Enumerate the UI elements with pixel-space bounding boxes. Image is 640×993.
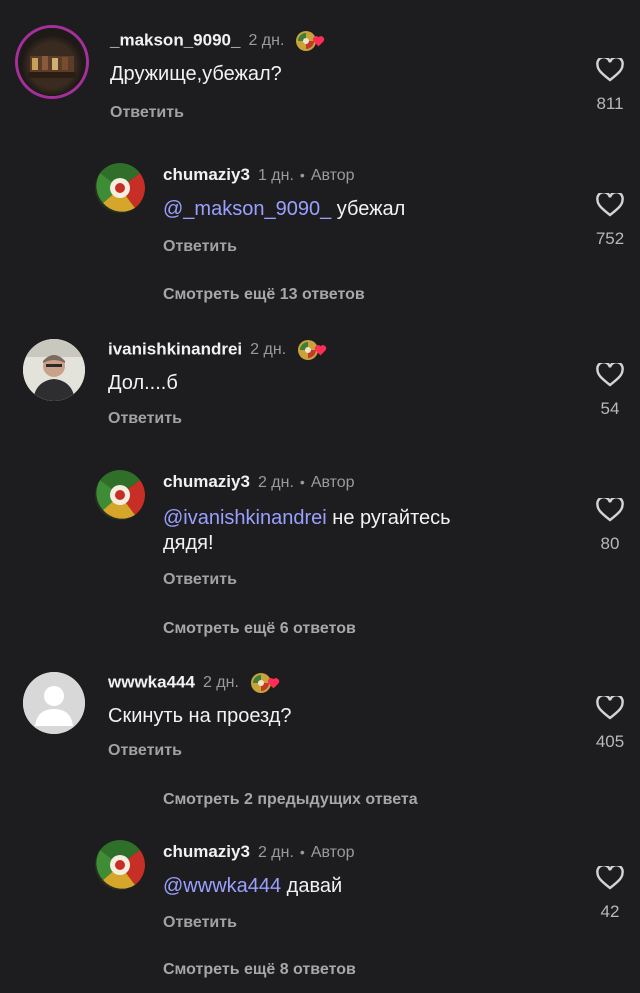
comment-meta: chumaziy3 1 дн. • Автор xyxy=(163,165,355,185)
reply-button[interactable]: Ответить xyxy=(110,104,184,122)
reaction-emoji-icon xyxy=(297,339,327,361)
person-silhouette-icon[interactable] xyxy=(23,672,85,734)
heart-outline-icon xyxy=(596,498,624,522)
view-previous-replies[interactable]: Смотреть 2 предыдущих ответа xyxy=(163,791,418,809)
like-count: 54 xyxy=(600,399,620,418)
avatar[interactable] xyxy=(95,163,145,213)
mention-link[interactable]: @ivanishkinandrei xyxy=(163,507,327,529)
timestamp: 2 дн. xyxy=(202,674,239,692)
comment-text: Дол....б xyxy=(108,372,178,394)
like-button[interactable]: 811 xyxy=(590,58,630,114)
username[interactable]: _makson_9090_ xyxy=(110,30,240,49)
reaction-emoji-icon xyxy=(250,672,280,694)
view-more-replies[interactable]: Смотреть ещё 8 ответов xyxy=(163,961,356,979)
timestamp: 2 дн. xyxy=(257,844,294,861)
like-button[interactable]: 405 xyxy=(590,696,630,752)
heart-outline-icon xyxy=(596,866,624,890)
author-badge: Автор xyxy=(310,167,355,184)
like-count: 80 xyxy=(600,534,620,553)
heart-outline-icon xyxy=(596,193,624,217)
reply-button[interactable]: Ответить xyxy=(108,742,182,760)
comment: wwwka444 2 дн. Скинуть на проезд? Ответит… xyxy=(0,670,640,770)
like-count: 405 xyxy=(595,732,625,751)
reply-button[interactable]: Ответить xyxy=(163,238,237,256)
heart-outline-icon xyxy=(596,363,624,387)
like-button[interactable]: 42 xyxy=(590,866,630,922)
like-button[interactable]: 80 xyxy=(590,498,630,554)
comment-reply: chumaziy3 1 дн. • Автор @_makson_9090_ убеж… xyxy=(0,163,640,263)
comment-reply: chumaziy3 2 дн. • Автор @wwwka444 давай Отв… xyxy=(0,840,640,940)
reply-button[interactable]: Ответить xyxy=(108,410,182,428)
comment-text: Скинуть на проезд? xyxy=(108,705,292,727)
separator-dot: • xyxy=(299,167,305,183)
username[interactable]: chumaziy3 xyxy=(163,165,250,184)
comment: ivanishkinandrei 2 дн. Дол....б Ответить … xyxy=(0,337,640,437)
like-button[interactable]: 752 xyxy=(590,193,630,249)
timestamp: 1 дн. xyxy=(257,167,294,184)
view-more-replies[interactable]: Смотреть ещё 13 ответов xyxy=(163,286,365,304)
timestamp: 2 дн. xyxy=(257,474,294,491)
comment-body: не ругайтесь xyxy=(326,507,451,529)
comment-text: @wwwka444 давай xyxy=(163,874,342,899)
comment-meta: chumaziy3 2 дн. • Автор xyxy=(163,472,355,492)
reply-button[interactable]: Ответить xyxy=(163,914,237,932)
view-more-replies[interactable]: Смотреть ещё 6 ответов xyxy=(163,620,356,638)
separator-dot: • xyxy=(299,474,305,490)
comment-text: @_makson_9090_ убежал xyxy=(163,197,405,222)
timestamp: 2 дн. xyxy=(250,341,287,359)
avatar[interactable] xyxy=(95,470,145,520)
username[interactable]: chumaziy3 xyxy=(163,842,250,861)
like-button[interactable]: 54 xyxy=(590,363,630,419)
mention-link[interactable]: @wwwka444 xyxy=(163,875,281,897)
avatar[interactable] xyxy=(23,339,85,401)
comment-body: убежал xyxy=(331,198,406,220)
comment-body-line2: дядя! xyxy=(163,532,214,554)
author-badge: Автор xyxy=(310,474,355,491)
comment: _makson_9090_ 2 дн. Дружище,убежал? Ответ… xyxy=(0,28,640,128)
author-badge: Автор xyxy=(310,844,355,861)
comment-meta: wwwka444 2 дн. xyxy=(108,672,280,694)
comment-text: Дружище,убежал? xyxy=(110,63,282,85)
comment-meta: chumaziy3 2 дн. • Автор xyxy=(163,842,355,862)
like-count: 42 xyxy=(600,902,620,921)
username[interactable]: wwwka444 xyxy=(108,672,195,691)
timestamp: 2 дн. xyxy=(248,32,285,50)
separator-dot: • xyxy=(299,844,305,860)
like-count: 752 xyxy=(595,229,625,248)
username[interactable]: ivanishkinandrei xyxy=(108,339,242,358)
like-count: 811 xyxy=(596,94,624,113)
heart-outline-icon xyxy=(596,58,624,82)
username[interactable]: chumaziy3 xyxy=(163,472,250,491)
heart-outline-icon xyxy=(596,696,624,720)
comment-meta: _makson_9090_ 2 дн. xyxy=(110,30,325,52)
reply-button[interactable]: Ответить xyxy=(163,571,237,589)
comment-body: давай xyxy=(281,875,343,897)
comment-text: @ivanishkinandrei не ругайтесь дядя! xyxy=(163,506,451,556)
mention-link[interactable]: @_makson_9090_ xyxy=(163,198,331,220)
avatar[interactable] xyxy=(18,28,86,96)
comment-meta: ivanishkinandrei 2 дн. xyxy=(108,339,327,361)
reaction-emoji-icon xyxy=(295,30,325,52)
avatar[interactable] xyxy=(95,840,145,890)
comment-reply: chumaziy3 2 дн. • Автор @ivanishkinandrei н… xyxy=(0,470,640,600)
